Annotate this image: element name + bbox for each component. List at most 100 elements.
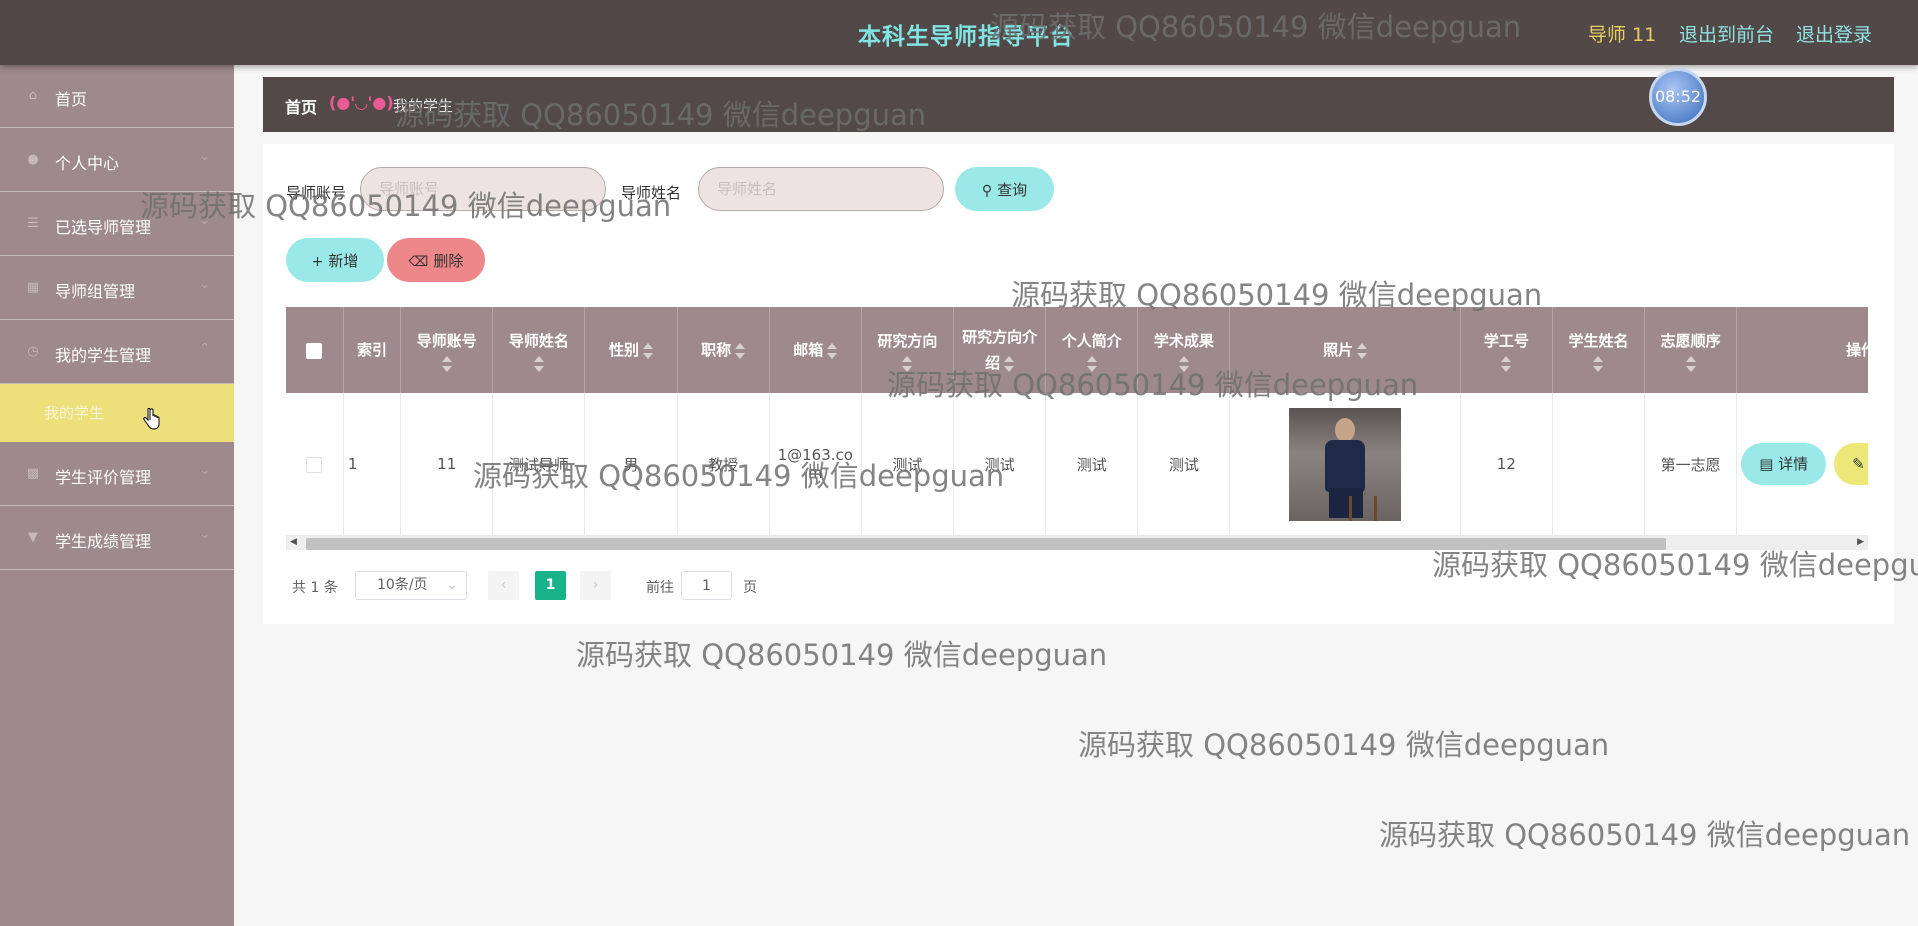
home-icon: ⌂	[28, 88, 38, 103]
sort-icon[interactable]	[902, 356, 913, 372]
col-email[interactable]: 邮箱	[769, 307, 862, 393]
sidebar-item-tutor-groups[interactable]: ▦ 导师组管理 ⌄	[0, 257, 234, 320]
col-preference[interactable]: 志愿顺序	[1644, 307, 1738, 393]
cell-profile: 测试	[1045, 393, 1139, 536]
current-user: 导师 11	[1588, 24, 1657, 46]
clock-widget: 08:52	[1649, 68, 1707, 126]
sidebar-item-my-students[interactable]: ◷ 我的学生管理 ⌃	[0, 321, 234, 384]
horizontal-scrollbar[interactable]: ◀ ▶	[286, 536, 1868, 550]
cell-actions: ▤ 详情✎ 修改	[1736, 393, 1868, 536]
page-size-value: 10条/页	[377, 577, 428, 593]
chevron-down-icon: ⌄	[199, 463, 210, 478]
cell-title: 教授	[677, 393, 770, 536]
back-to-front-link[interactable]: 退出到前台	[1679, 20, 1774, 47]
sidebar-item-home[interactable]: ⌂ 首页	[0, 65, 234, 128]
col-photo[interactable]: 照片	[1229, 307, 1461, 393]
sort-icon[interactable]	[1501, 356, 1512, 372]
col-student-name[interactable]: 学生姓名	[1552, 307, 1646, 393]
add-button[interactable]: + 新增	[286, 238, 384, 282]
sort-icon[interactable]	[1086, 356, 1097, 372]
col-account[interactable]: 导师账号	[400, 307, 494, 393]
logout-link[interactable]: 退出登录	[1796, 20, 1872, 47]
sort-icon[interactable]	[1357, 342, 1368, 359]
scroll-right-icon[interactable]: ▶	[1857, 537, 1864, 547]
sort-icon[interactable]	[1004, 355, 1015, 372]
page-size-select[interactable]: 10条/页 ⌄	[355, 571, 467, 600]
sidebar-item-student-grades[interactable]: ▼ 学生成绩管理 ⌄	[0, 507, 234, 570]
chevron-down-icon: ⌄	[446, 577, 458, 593]
account-label: 导师账号	[286, 184, 347, 202]
breadcrumb-home[interactable]: 首页	[285, 94, 317, 118]
col-direction-intro[interactable]: 研究方向介绍	[953, 307, 1047, 393]
sidebar: ⌂ 首页 ● 个人中心 ⌄ ☰ 已选导师管理 ⌄ ▦ 导师组管理 ⌄ ◷ 我的学…	[0, 65, 234, 926]
submenu-item-label: 我的学生	[44, 404, 105, 422]
scroll-left-icon[interactable]: ◀	[290, 537, 297, 547]
next-page-button[interactable]: ›	[580, 571, 611, 600]
trash-icon: ⌫	[408, 253, 429, 270]
cell-gender: 男	[584, 393, 678, 536]
goto-page-input[interactable]	[681, 571, 732, 600]
trophy-icon: ▼	[28, 530, 38, 545]
query-button[interactable]: ⚲ 查询	[955, 167, 1054, 211]
col-name[interactable]: 导师姓名	[492, 307, 586, 393]
name-search-input[interactable]	[698, 167, 944, 211]
watermark-text: 源码获取 QQ86050149 微信deepguan	[1379, 818, 1911, 852]
col-label: 职称	[701, 341, 732, 359]
col-actions: 操作	[1736, 307, 1868, 393]
select-all-checkbox[interactable]	[306, 342, 323, 359]
select-all-cell	[286, 307, 344, 393]
sidebar-item-label: 个人中心	[55, 154, 120, 173]
col-title[interactable]: 职称	[677, 307, 770, 393]
col-label: 学术成果	[1153, 332, 1214, 350]
col-label: 研究方向	[877, 332, 938, 350]
cell-account: 11	[400, 393, 494, 536]
sort-icon[interactable]	[735, 342, 746, 359]
submenu-item-my-students[interactable]: 我的学生	[0, 384, 234, 442]
prev-page-button[interactable]: ‹	[488, 571, 519, 600]
sidebar-item-label: 导师组管理	[55, 282, 136, 301]
col-profile[interactable]: 个人简介	[1045, 307, 1139, 393]
chart-icon: ▩	[26, 466, 40, 481]
sort-icon[interactable]	[643, 342, 654, 359]
data-table: 索引 导师账号 导师姓名 性别 职称 邮箱 研究方向 研究方向介绍 个人简介 学…	[286, 307, 1868, 545]
col-label: 导师姓名	[508, 332, 569, 350]
col-label: 邮箱	[793, 341, 824, 359]
detail-button[interactable]: ▤ 详情	[1741, 443, 1827, 485]
cell-direction: 测试	[861, 393, 955, 536]
page-number-button[interactable]: 1	[535, 571, 566, 600]
col-direction[interactable]: 研究方向	[861, 307, 955, 393]
edit-button[interactable]: ✎ 修改	[1834, 443, 1868, 485]
cell-index: 1	[343, 393, 402, 536]
account-search-input[interactable]	[360, 167, 606, 211]
sort-icon[interactable]	[1685, 356, 1696, 372]
table-row: 1 11 测试导师 男 教授 1@163.com 测试 测试 测试 测试 12 …	[286, 393, 1868, 536]
cell-achievements: 测试	[1137, 393, 1231, 536]
delete-button[interactable]: ⌫ 删除	[387, 238, 485, 282]
document-icon: ▤	[1759, 455, 1779, 473]
sidebar-item-personal-center[interactable]: ● 个人中心 ⌄	[0, 129, 234, 192]
col-student-id[interactable]: 学工号	[1460, 307, 1553, 393]
sort-icon[interactable]	[441, 356, 452, 372]
sort-icon[interactable]	[827, 342, 838, 359]
goto-label: 前往	[646, 580, 674, 596]
col-achievements[interactable]: 学术成果	[1137, 307, 1231, 393]
col-gender[interactable]: 性别	[584, 307, 678, 393]
col-label: 导师账号	[416, 332, 477, 350]
sort-icon[interactable]	[533, 356, 544, 372]
chevron-up-icon: ⌃	[199, 341, 210, 356]
grid-icon: ▦	[26, 280, 40, 295]
breadcrumb-separator: (●'◡'●)	[329, 93, 394, 112]
col-index: 索引	[343, 307, 402, 393]
chevron-down-icon: ⌄	[199, 149, 210, 164]
row-checkbox[interactable]	[306, 456, 323, 473]
col-label: 性别	[609, 341, 640, 359]
sidebar-item-student-evaluation[interactable]: ▩ 学生评价管理 ⌄	[0, 443, 234, 506]
sort-icon[interactable]	[1178, 356, 1189, 372]
col-label: 学生姓名	[1568, 332, 1629, 350]
sort-icon[interactable]	[1593, 356, 1604, 372]
clock-icon: ◷	[27, 344, 39, 359]
col-label: 志愿顺序	[1660, 332, 1721, 350]
scrollbar-thumb[interactable]	[306, 538, 1666, 550]
name-label: 导师姓名	[621, 184, 682, 202]
sidebar-item-selected-tutors[interactable]: ☰ 已选导师管理 ⌄	[0, 193, 234, 256]
